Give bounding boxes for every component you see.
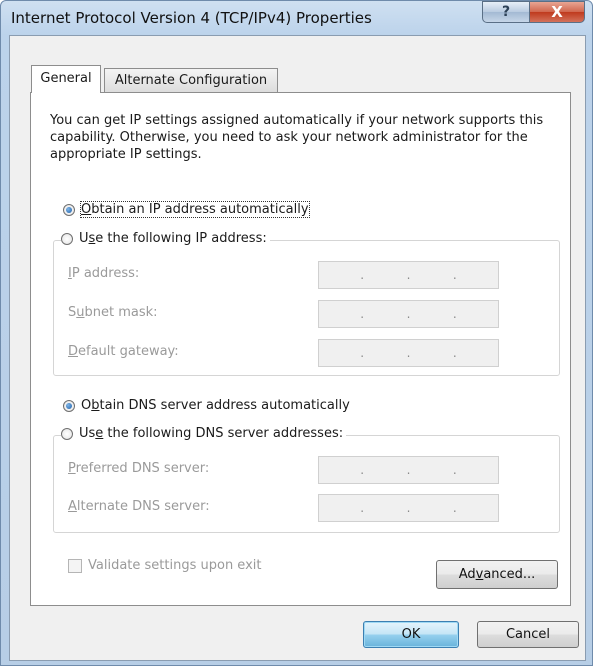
cancel-button[interactable]: Cancel bbox=[477, 621, 579, 648]
use-ip-manual-radio[interactable] bbox=[61, 232, 73, 245]
alternate-dns-input[interactable]: ... bbox=[318, 494, 499, 522]
obtain-ip-auto-label: Obtain an IP address automatically bbox=[80, 201, 310, 218]
close-icon: X bbox=[551, 3, 563, 21]
cancel-button-label: Cancel bbox=[505, 627, 551, 642]
subnet-mask-input[interactable]: ... bbox=[318, 300, 499, 328]
close-button[interactable]: X bbox=[529, 1, 585, 23]
tab-alternate-configuration[interactable]: Alternate Configuration bbox=[104, 68, 278, 93]
use-dns-manual-label: Use the following DNS server addresses: bbox=[79, 426, 344, 441]
obtain-ip-auto-radio[interactable] bbox=[63, 203, 75, 216]
use-ip-manual-label: Use the following IP address: bbox=[79, 231, 267, 246]
validate-settings-label: Validate settings upon exit bbox=[88, 558, 262, 573]
window-title: Internet Protocol Version 4 (TCP/IPv4) P… bbox=[11, 9, 372, 27]
use-dns-manual-radio[interactable] bbox=[61, 427, 73, 440]
advanced-button-label: Advanced... bbox=[458, 567, 536, 582]
help-button[interactable]: ? bbox=[482, 1, 530, 23]
title-bar[interactable]: Internet Protocol Version 4 (TCP/IPv4) P… bbox=[1, 1, 593, 35]
obtain-ip-auto-radio-row[interactable]: Obtain an IP address automatically bbox=[63, 201, 310, 218]
default-gateway-input[interactable]: ... bbox=[318, 339, 499, 367]
obtain-dns-auto-label: Obtain DNS server address automatically bbox=[81, 398, 350, 413]
use-dns-manual-radio-row[interactable]: Use the following DNS server addresses: bbox=[61, 426, 347, 441]
subnet-mask-label: Subnet mask: bbox=[68, 305, 158, 320]
validate-settings-row[interactable]: Validate settings upon exit bbox=[68, 558, 261, 573]
tab-general-label: General bbox=[40, 71, 92, 86]
tab-general[interactable]: General bbox=[31, 65, 101, 93]
help-icon: ? bbox=[501, 4, 511, 20]
obtain-dns-auto-radio-row[interactable]: Obtain DNS server address automatically bbox=[63, 398, 350, 413]
preferred-dns-input[interactable]: ... bbox=[318, 456, 499, 484]
validate-settings-checkbox[interactable] bbox=[68, 558, 82, 573]
advanced-button[interactable]: Advanced... bbox=[436, 560, 558, 589]
ip-address-label: IP address: bbox=[68, 266, 140, 281]
ip-address-input[interactable]: ... bbox=[318, 261, 499, 289]
default-gateway-label: Default gateway: bbox=[68, 344, 179, 359]
ok-button[interactable]: OK bbox=[363, 621, 459, 648]
use-ip-manual-radio-row[interactable]: Use the following IP address: bbox=[61, 231, 270, 246]
description-text: You can get IP settings assigned automat… bbox=[50, 113, 544, 162]
alternate-dns-label: Alternate DNS server: bbox=[68, 499, 210, 514]
obtain-dns-auto-radio[interactable] bbox=[63, 399, 75, 412]
tab-alternate-configuration-label: Alternate Configuration bbox=[114, 73, 268, 88]
ok-button-label: OK bbox=[401, 627, 421, 642]
preferred-dns-label: Preferred DNS server: bbox=[68, 461, 210, 476]
